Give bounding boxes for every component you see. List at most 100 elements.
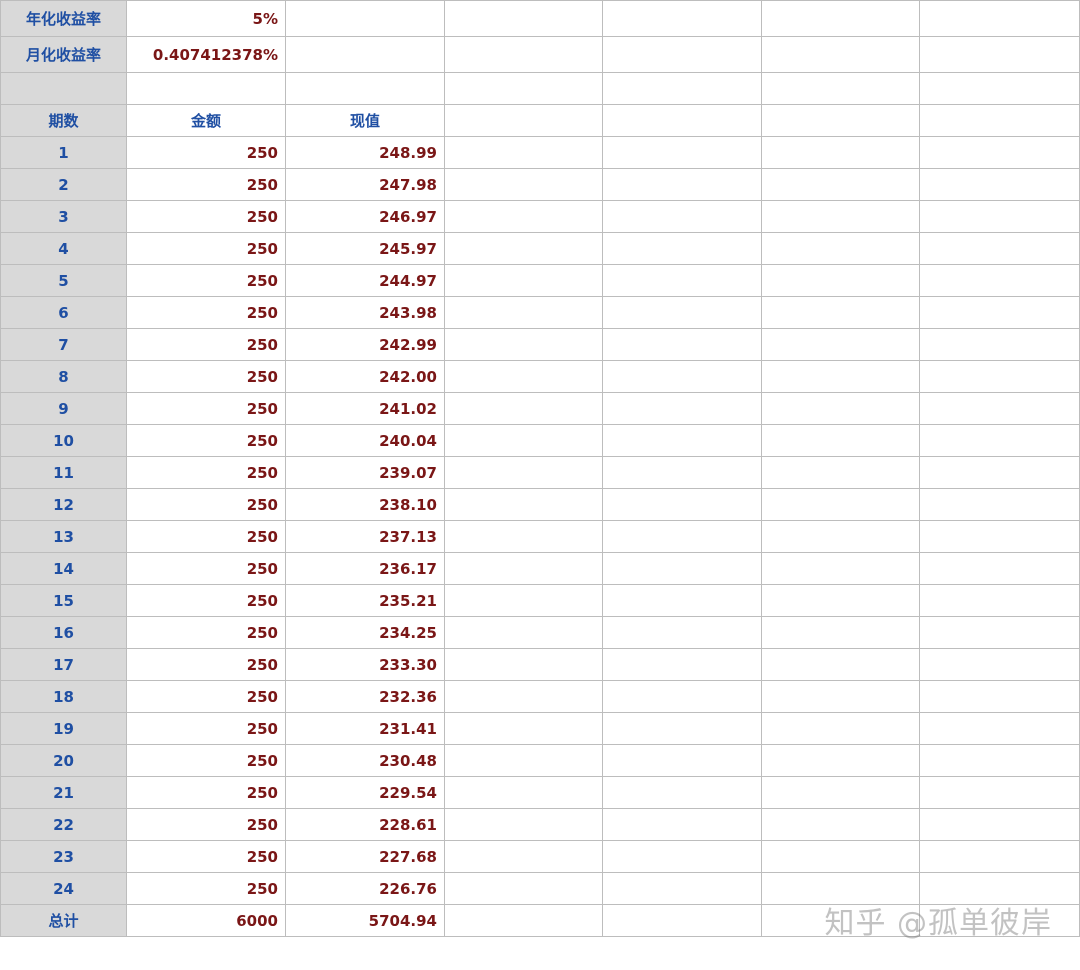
- period-cell[interactable]: 11: [0, 456, 127, 489]
- cell[interactable]: [919, 776, 1080, 809]
- cell[interactable]: [761, 584, 920, 617]
- pv-cell[interactable]: 230.48: [285, 744, 445, 777]
- cell[interactable]: [761, 136, 920, 169]
- cell[interactable]: [761, 840, 920, 873]
- cell[interactable]: [602, 200, 762, 233]
- cell[interactable]: [761, 72, 920, 105]
- cell[interactable]: [919, 712, 1080, 745]
- cell[interactable]: [919, 456, 1080, 489]
- period-cell[interactable]: 6: [0, 296, 127, 329]
- cell[interactable]: [602, 808, 762, 841]
- cell[interactable]: [761, 36, 920, 73]
- cell[interactable]: [444, 104, 603, 137]
- period-cell[interactable]: 3: [0, 200, 127, 233]
- cell[interactable]: [444, 72, 603, 105]
- cell[interactable]: [919, 36, 1080, 73]
- cell[interactable]: [285, 72, 445, 105]
- amount-cell[interactable]: 250: [126, 872, 286, 905]
- amount-cell[interactable]: 250: [126, 296, 286, 329]
- cell[interactable]: [919, 0, 1080, 37]
- amount-cell[interactable]: 250: [126, 392, 286, 425]
- cell[interactable]: [285, 0, 445, 37]
- pv-cell[interactable]: 247.98: [285, 168, 445, 201]
- annual-rate-label[interactable]: 年化收益率: [0, 0, 127, 37]
- pv-cell[interactable]: 238.10: [285, 488, 445, 521]
- cell[interactable]: [919, 808, 1080, 841]
- cell[interactable]: [444, 360, 603, 393]
- period-cell[interactable]: 24: [0, 872, 127, 905]
- cell[interactable]: [761, 712, 920, 745]
- pv-cell[interactable]: 245.97: [285, 232, 445, 265]
- amount-cell[interactable]: 250: [126, 168, 286, 201]
- cell[interactable]: [761, 360, 920, 393]
- pv-header[interactable]: 现值: [285, 104, 445, 137]
- cell[interactable]: [761, 296, 920, 329]
- cell[interactable]: [919, 200, 1080, 233]
- cell[interactable]: [602, 840, 762, 873]
- cell[interactable]: [919, 360, 1080, 393]
- period-cell[interactable]: 16: [0, 616, 127, 649]
- cell[interactable]: [761, 392, 920, 425]
- amount-cell[interactable]: 250: [126, 552, 286, 585]
- cell[interactable]: [602, 0, 762, 37]
- cell[interactable]: [602, 488, 762, 521]
- cell[interactable]: [919, 328, 1080, 361]
- pv-cell[interactable]: 235.21: [285, 584, 445, 617]
- pv-cell[interactable]: 236.17: [285, 552, 445, 585]
- cell[interactable]: [761, 648, 920, 681]
- cell[interactable]: [761, 488, 920, 521]
- amount-cell[interactable]: 250: [126, 616, 286, 649]
- cell[interactable]: [919, 104, 1080, 137]
- amount-cell[interactable]: 250: [126, 840, 286, 873]
- cell[interactable]: [919, 136, 1080, 169]
- total-label[interactable]: 总计: [0, 904, 127, 937]
- pv-cell[interactable]: 226.76: [285, 872, 445, 905]
- period-cell[interactable]: 5: [0, 264, 127, 297]
- period-cell[interactable]: 22: [0, 808, 127, 841]
- cell[interactable]: [761, 776, 920, 809]
- cell[interactable]: [761, 232, 920, 265]
- cell[interactable]: [444, 136, 603, 169]
- pv-cell[interactable]: 244.97: [285, 264, 445, 297]
- pv-cell[interactable]: 241.02: [285, 392, 445, 425]
- cell[interactable]: [602, 392, 762, 425]
- cell[interactable]: [444, 264, 603, 297]
- cell[interactable]: [444, 584, 603, 617]
- period-cell[interactable]: 10: [0, 424, 127, 457]
- cell[interactable]: [126, 72, 286, 105]
- cell[interactable]: [602, 456, 762, 489]
- total-amount[interactable]: 6000: [126, 904, 286, 937]
- cell[interactable]: [444, 904, 603, 937]
- cell[interactable]: [919, 680, 1080, 713]
- period-cell[interactable]: 15: [0, 584, 127, 617]
- amount-header[interactable]: 金额: [126, 104, 286, 137]
- cell[interactable]: [444, 488, 603, 521]
- cell[interactable]: [761, 168, 920, 201]
- pv-cell[interactable]: 227.68: [285, 840, 445, 873]
- annual-rate-value[interactable]: 5%: [126, 0, 286, 37]
- period-cell[interactable]: 19: [0, 712, 127, 745]
- cell[interactable]: [602, 872, 762, 905]
- period-cell[interactable]: 18: [0, 680, 127, 713]
- cell[interactable]: [761, 264, 920, 297]
- total-pv[interactable]: 5704.94: [285, 904, 445, 937]
- pv-cell[interactable]: 243.98: [285, 296, 445, 329]
- cell[interactable]: [919, 552, 1080, 585]
- cell[interactable]: [444, 456, 603, 489]
- pv-cell[interactable]: 242.00: [285, 360, 445, 393]
- period-cell[interactable]: 23: [0, 840, 127, 873]
- cell[interactable]: [444, 36, 603, 73]
- amount-cell[interactable]: 250: [126, 808, 286, 841]
- blank-label-cell[interactable]: [0, 72, 127, 105]
- amount-cell[interactable]: 250: [126, 264, 286, 297]
- cell[interactable]: [919, 520, 1080, 553]
- cell[interactable]: [919, 264, 1080, 297]
- cell[interactable]: [919, 744, 1080, 777]
- pv-cell[interactable]: 237.13: [285, 520, 445, 553]
- cell[interactable]: [444, 392, 603, 425]
- pv-cell[interactable]: 240.04: [285, 424, 445, 457]
- cell[interactable]: [602, 296, 762, 329]
- cell[interactable]: [602, 264, 762, 297]
- cell[interactable]: [602, 648, 762, 681]
- period-cell[interactable]: 21: [0, 776, 127, 809]
